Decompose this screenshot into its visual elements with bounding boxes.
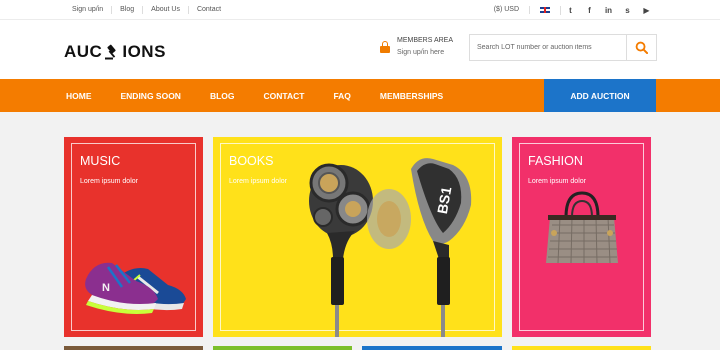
next-card-strip bbox=[362, 346, 502, 350]
members-signup-link[interactable]: Sign up/in here bbox=[397, 49, 453, 56]
nav-home[interactable]: HOME bbox=[66, 91, 92, 101]
members-area[interactable]: MEMBERS AREA Sign up/in here bbox=[380, 37, 453, 56]
members-title: MEMBERS AREA bbox=[397, 37, 454, 44]
lock-icon bbox=[380, 41, 390, 53]
search-button[interactable] bbox=[626, 35, 656, 60]
next-card-strip bbox=[64, 346, 203, 350]
top-right: ($) USD t f in s ▶ bbox=[494, 0, 656, 20]
twitter-icon[interactable]: t bbox=[561, 6, 580, 15]
nav-ending-soon[interactable]: ENDING SOON bbox=[121, 91, 181, 101]
earphones-image: BS1 bbox=[309, 158, 472, 337]
social-links: t f in s ▶ bbox=[560, 5, 656, 15]
card-title: BOOKS bbox=[229, 154, 274, 168]
card-title: MUSIC bbox=[80, 154, 121, 168]
contact-link[interactable]: Contact bbox=[189, 6, 229, 14]
nav-blog[interactable]: BLOG bbox=[210, 91, 235, 101]
category-card-fashion[interactable]: FASHION Lorem ipsum dolor bbox=[512, 137, 651, 337]
category-card-books[interactable]: BS1 BOOKS Lorem ipsum dolor bbox=[213, 137, 502, 337]
card-subtitle: Lorem ipsum dolor bbox=[80, 178, 138, 185]
search-icon bbox=[635, 41, 648, 54]
card-frame bbox=[519, 143, 644, 331]
card-title: FASHION bbox=[528, 154, 583, 168]
card-subtitle: Lorem ipsum dolor bbox=[229, 178, 287, 185]
add-auction-button[interactable]: ADD AUCTION bbox=[544, 79, 656, 112]
category-card-music[interactable]: N MUSIC Lorem ipsum dolor bbox=[64, 137, 203, 337]
card-frame bbox=[71, 143, 196, 331]
site-logo[interactable]: AUC IONS bbox=[64, 42, 166, 62]
gavel-icon bbox=[105, 44, 116, 60]
main-nav: HOME ENDING SOON BLOG CONTACT FAQ MEMBER… bbox=[0, 79, 720, 112]
site-header: AUC IONS MEMBERS AREA Sign up/in here bbox=[0, 20, 720, 79]
currency-selector[interactable]: ($) USD bbox=[494, 6, 530, 14]
blog-link[interactable]: Blog bbox=[112, 6, 144, 14]
top-links: Sign up/in Blog About Us Contact bbox=[64, 0, 229, 20]
linkedin-icon[interactable]: in bbox=[599, 6, 618, 15]
facebook-icon[interactable]: f bbox=[580, 6, 599, 15]
search-input[interactable] bbox=[470, 35, 625, 60]
nav-memberships[interactable]: MEMBERSHIPS bbox=[380, 91, 443, 101]
nav-contact[interactable]: CONTACT bbox=[264, 91, 305, 101]
logo-text-right: IONS bbox=[122, 42, 166, 61]
youtube-icon[interactable]: ▶ bbox=[637, 6, 656, 15]
nav-faq[interactable]: FAQ bbox=[333, 91, 350, 101]
signup-link[interactable]: Sign up/in bbox=[64, 6, 113, 14]
next-card-strip bbox=[213, 346, 352, 350]
about-link[interactable]: About Us bbox=[143, 6, 189, 14]
skype-icon[interactable]: s bbox=[618, 6, 637, 15]
card-subtitle: Lorem ipsum dolor bbox=[528, 178, 586, 185]
logo-text-left: AUC bbox=[64, 42, 103, 61]
uk-flag-icon[interactable] bbox=[540, 7, 550, 13]
next-card-strip bbox=[512, 346, 651, 350]
search-box bbox=[469, 34, 657, 61]
top-bar: Sign up/in Blog About Us Contact ($) USD… bbox=[0, 0, 720, 20]
